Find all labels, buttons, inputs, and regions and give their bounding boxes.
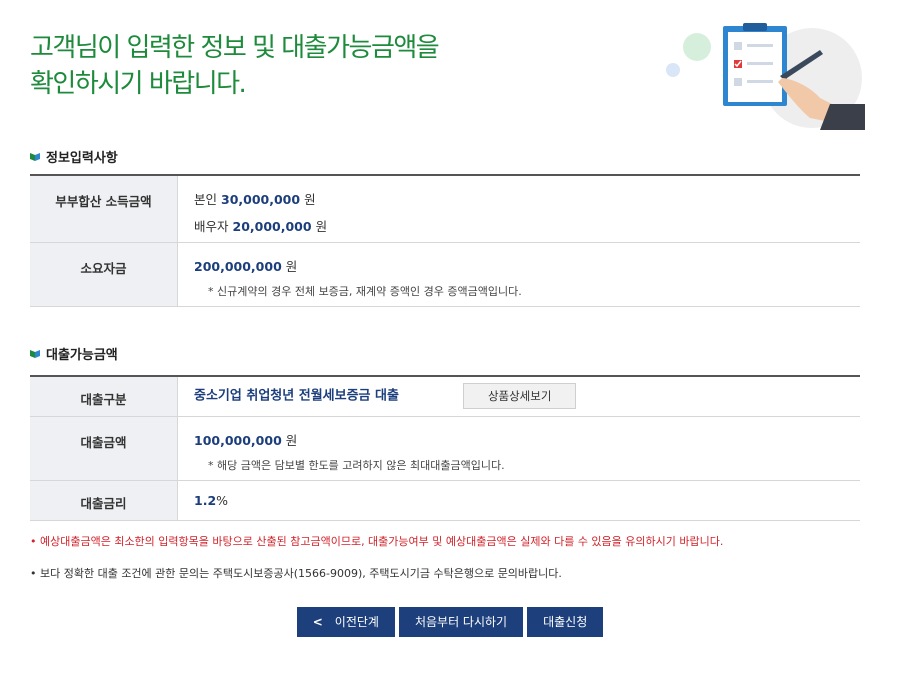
loan-amount-line: 100,000,000 원 — [194, 430, 844, 449]
loan-amount-value: 100,000,000 — [194, 432, 282, 448]
spouse-income-amount: 20,000,000 — [232, 219, 312, 234]
loan-amount-label: 대출금액 — [30, 416, 178, 481]
page-title-line2: 확인하시기 바랍니다. — [30, 69, 247, 99]
loan-amount-unit: 원 — [285, 432, 298, 448]
self-income-amount: 30,000,000 — [221, 192, 301, 207]
input-section-title: 정보입력사항 — [46, 151, 118, 166]
required-funds-line: 200,000,000 원 — [194, 256, 844, 275]
loan-section-heading: 대출가능금액 — [30, 344, 118, 363]
self-income-line: 본인 30,000,000 원 — [194, 189, 844, 208]
page-title: 고객님이 입력한 정보 및 대출가능금액을 확인하시기 바랍니다. — [30, 30, 440, 102]
required-funds-cell: 200,000,000 원 * 신규계약의 경우 전체 보증금, 재계약 증액인… — [177, 242, 860, 307]
self-income-unit: 원 — [304, 192, 316, 207]
book-icon — [30, 350, 40, 358]
loan-rate-label: 대출금리 — [30, 480, 178, 521]
loan-rate-value: 1.2 — [194, 492, 217, 508]
loan-amount-note: * 해당 금액은 담보별 한도를 고려하지 않은 최대대출금액입니다. — [208, 458, 505, 472]
prev-step-button[interactable]: < 이전단계 — [296, 607, 395, 637]
table-row: 소요자금 200,000,000 원 * 신규계약의 경우 전체 보증금, 재계… — [30, 242, 860, 307]
self-income-label: 본인 — [194, 192, 218, 207]
loan-type-value: 중소기업 취업청년 전월세보증금 대출 — [194, 388, 399, 404]
page-title-line1: 고객님이 입력한 정보 및 대출가능금액을 — [30, 33, 440, 63]
loan-type-cell: 중소기업 취업청년 전월세보증금 대출 상품상세보기 — [177, 376, 860, 417]
required-funds-note: * 신규계약의 경우 전체 보증금, 재계약 증액인 경우 증액금액입니다. — [208, 284, 522, 298]
chevron-left-icon: < — [312, 615, 323, 629]
loan-rate-unit: % — [216, 492, 229, 508]
income-cell: 본인 30,000,000 원 배우자 20,000,000 원 — [177, 175, 860, 243]
income-label: 부부합산 소득금액 — [30, 175, 178, 243]
loan-type-label: 대출구분 — [30, 376, 178, 417]
table-row: 대출구분 중소기업 취업청년 전월세보증금 대출 상품상세보기 — [30, 376, 860, 417]
spouse-income-unit: 원 — [315, 219, 328, 234]
table-row: 대출금리 1.2% — [30, 480, 860, 521]
input-section-heading: 정보입력사항 — [30, 147, 118, 166]
apply-loan-button[interactable]: 대출신청 — [527, 607, 604, 637]
spouse-income-line: 배우자 20,000,000 원 — [194, 216, 844, 235]
product-detail-button[interactable]: 상품상세보기 — [462, 383, 577, 410]
prev-step-label: 이전단계 — [334, 615, 379, 629]
restart-button[interactable]: 처음부터 다시하기 — [398, 607, 524, 637]
spouse-income-label: 배우자 — [194, 219, 229, 234]
loan-info-table: 대출구분 중소기업 취업청년 전월세보증금 대출 상품상세보기 대출금액 100… — [30, 375, 860, 521]
table-row: 부부합산 소득금액 본인 30,000,000 원 배우자 20,000,000… — [30, 175, 860, 243]
book-icon — [30, 153, 40, 161]
required-funds-label: 소요자금 — [30, 242, 178, 307]
action-buttons: < 이전단계 처음부터 다시하기 대출신청 — [0, 607, 900, 637]
loan-section-title: 대출가능금액 — [46, 348, 118, 363]
loan-rate-cell: 1.2% — [177, 480, 860, 521]
checklist-illustration — [666, 23, 865, 130]
loan-amount-cell: 100,000,000 원 * 해당 금액은 담보별 한도를 고려하지 않은 최… — [177, 416, 860, 481]
required-funds-amount: 200,000,000 — [194, 258, 282, 274]
input-info-table: 부부합산 소득금액 본인 30,000,000 원 배우자 20,000,000… — [30, 174, 860, 307]
notice-contact: • 보다 정확한 대출 조건에 관한 문의는 주택도시보증공사(1566-900… — [30, 567, 562, 580]
required-funds-unit: 원 — [285, 258, 298, 274]
table-row: 대출금액 100,000,000 원 * 해당 금액은 담보별 한도를 고려하지… — [30, 416, 860, 481]
notice-estimate: • 예상대출금액은 최소한의 입력항목을 바탕으로 산출된 참고금액이므로, 대… — [30, 535, 724, 548]
